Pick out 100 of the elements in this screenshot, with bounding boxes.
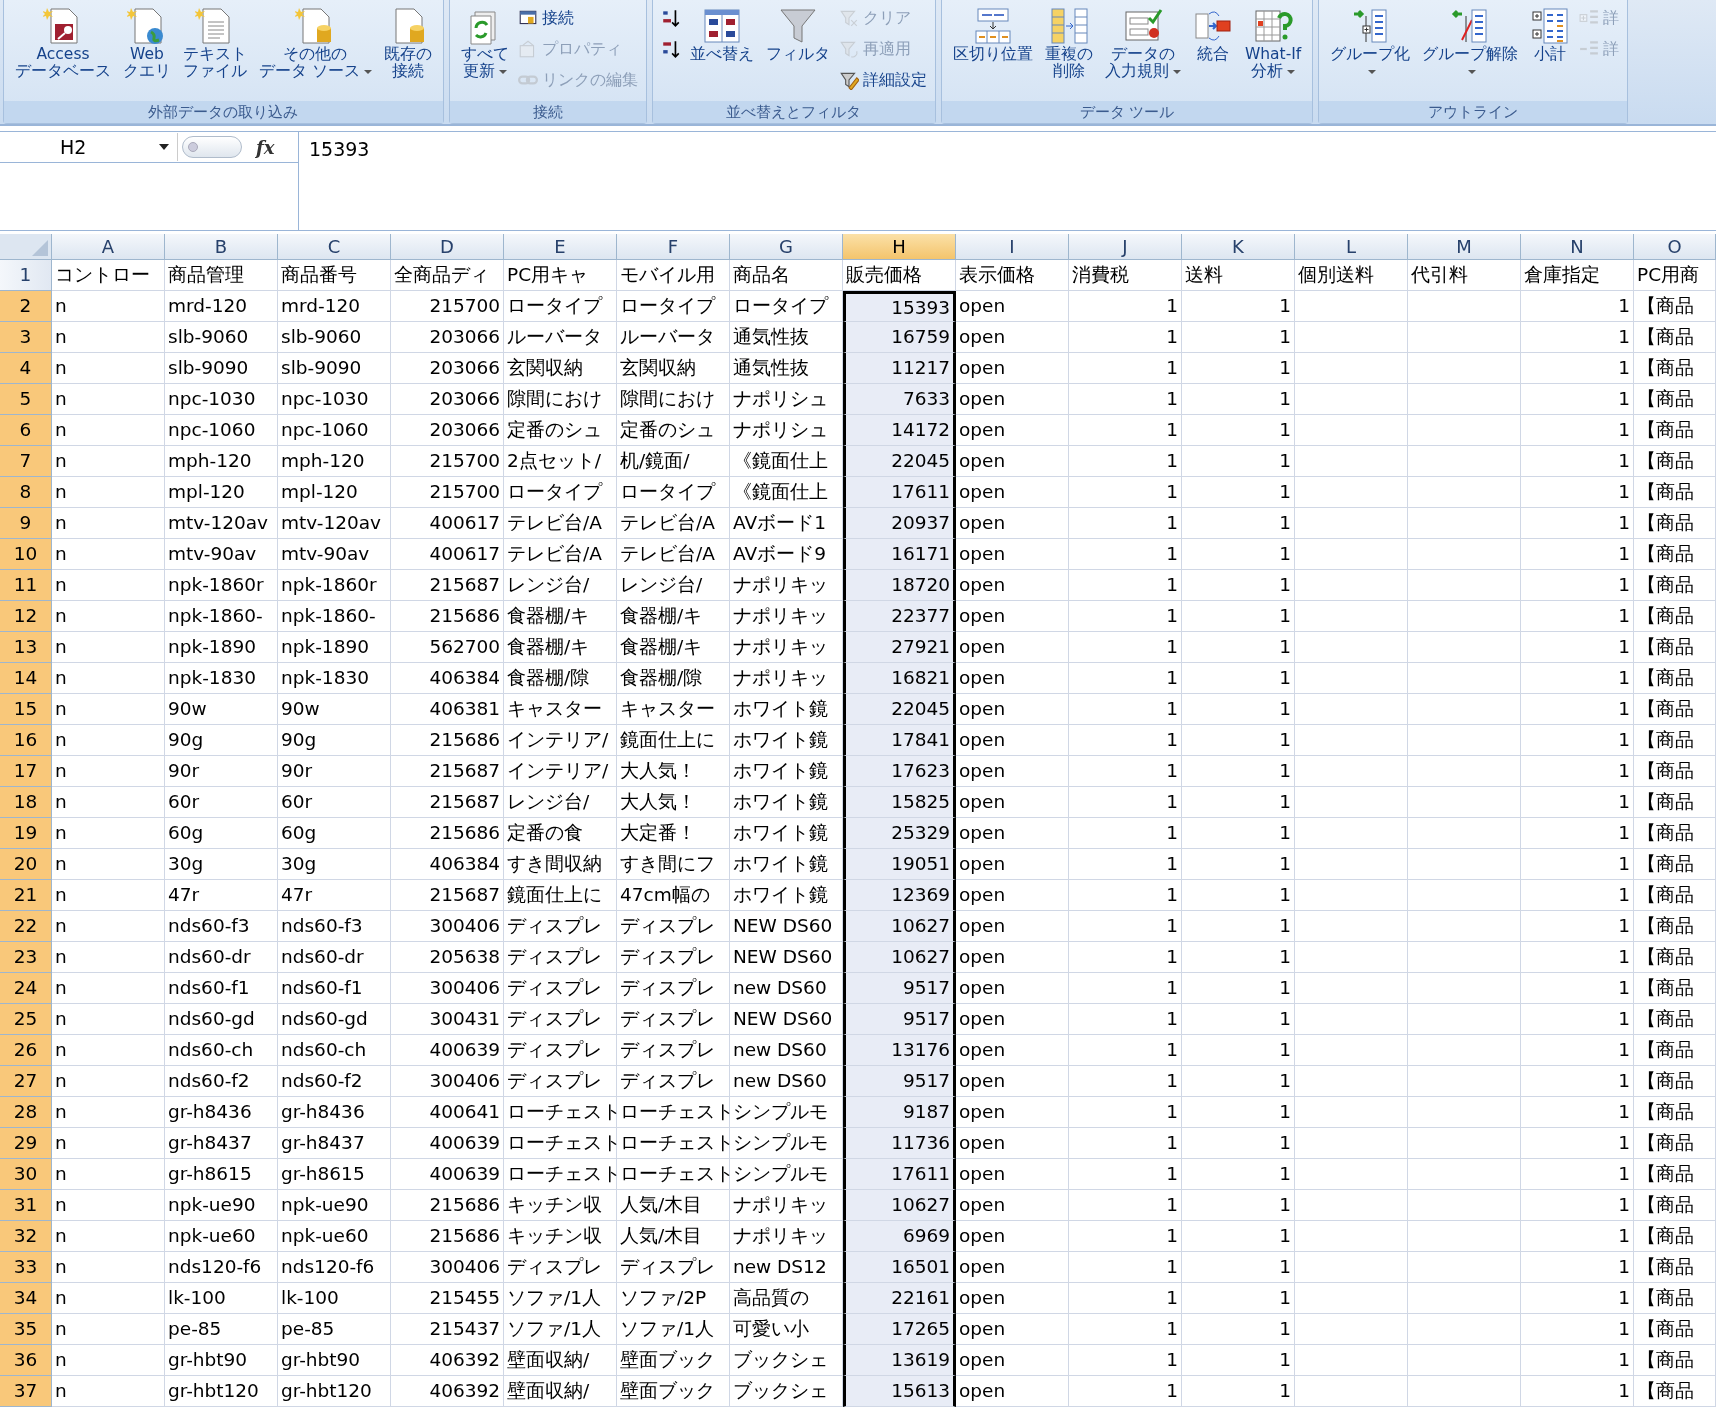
cell: 送料 [1182, 260, 1295, 291]
ribbon-button[interactable]: フィルタ [762, 2, 833, 63]
group-label: 接続 [449, 101, 646, 123]
row-header[interactable]: 5 [0, 384, 52, 415]
row-header[interactable]: 21 [0, 880, 52, 911]
row-header[interactable]: 20 [0, 849, 52, 880]
row-header[interactable]: 6 [0, 415, 52, 446]
cell: 1 [1521, 1128, 1634, 1159]
row-header[interactable]: 35 [0, 1314, 52, 1345]
cell: 215455 [391, 1283, 504, 1314]
column-header[interactable]: O [1634, 234, 1716, 260]
ribbon-button[interactable]: 並べ替え [686, 2, 757, 63]
row-header[interactable]: 33 [0, 1252, 52, 1283]
cell: 400639 [391, 1159, 504, 1190]
column-header[interactable]: M [1408, 234, 1521, 260]
ribbon-button[interactable]: 既存の 接続 [380, 2, 435, 80]
insert-function-button[interactable]: fx [256, 136, 275, 158]
ribbon-button[interactable]: 統合 [1189, 2, 1236, 63]
cell: open [956, 849, 1069, 880]
column-header[interactable]: H [843, 234, 956, 260]
column-header[interactable]: G [730, 234, 843, 260]
cell: 1 [1182, 818, 1295, 849]
ribbon-button[interactable]: データの 入力規則 [1101, 2, 1184, 80]
cell: 1 [1069, 446, 1182, 477]
row-header[interactable]: 2 [0, 291, 52, 322]
ribbon-button[interactable]: 重複の 削除 [1041, 2, 1096, 80]
cell: open [956, 1190, 1069, 1221]
ribbon-button[interactable]: What-If 分析 [1241, 2, 1305, 80]
ribbon-button[interactable]: Web クエリ [120, 2, 174, 80]
column-header[interactable]: F [617, 234, 730, 260]
row-header[interactable]: 28 [0, 1097, 52, 1128]
row-header[interactable]: 19 [0, 818, 52, 849]
row-header[interactable]: 24 [0, 973, 52, 1004]
cell: n [52, 725, 165, 756]
row-header[interactable]: 3 [0, 322, 52, 353]
row-header[interactable]: 1 [0, 260, 52, 291]
row-header[interactable]: 12 [0, 601, 52, 632]
row-header[interactable]: 8 [0, 477, 52, 508]
column-header[interactable]: A [52, 234, 165, 260]
row-header[interactable]: 31 [0, 1190, 52, 1221]
ribbon-button[interactable]: 小計 [1527, 2, 1574, 63]
cell: 机/鏡面/ [617, 446, 730, 477]
cell: 1 [1182, 973, 1295, 1004]
row-header[interactable]: 25 [0, 1004, 52, 1035]
row-header[interactable]: 13 [0, 632, 52, 663]
ribbon-button[interactable]: グループ化 [1327, 2, 1414, 80]
row-header[interactable]: 9 [0, 508, 52, 539]
row-header[interactable]: 4 [0, 353, 52, 384]
row-header[interactable]: 11 [0, 570, 52, 601]
ribbon-button[interactable]: すべて 更新 [457, 2, 512, 80]
cell: 1 [1069, 1035, 1182, 1066]
cell: 【商品 [1634, 508, 1716, 539]
column-header[interactable]: L [1295, 234, 1408, 260]
row-header[interactable]: 16 [0, 725, 52, 756]
row-header[interactable]: 23 [0, 942, 52, 973]
column-header[interactable]: J [1069, 234, 1182, 260]
column-header[interactable]: K [1182, 234, 1295, 260]
splitter-handle[interactable] [182, 136, 242, 158]
cell: open [956, 477, 1069, 508]
row-header[interactable]: 30 [0, 1159, 52, 1190]
column-header[interactable]: E [504, 234, 617, 260]
cell: 1 [1069, 1221, 1182, 1252]
row-header[interactable]: 15 [0, 694, 52, 725]
column-header[interactable]: I [956, 234, 1069, 260]
cell: 47cm幅の [617, 880, 730, 911]
name-box[interactable]: H2 [0, 133, 178, 161]
row-header[interactable]: 36 [0, 1345, 52, 1376]
cell: 15825 [843, 787, 956, 818]
column-header[interactable]: C [278, 234, 391, 260]
column-header[interactable]: N [1521, 234, 1634, 260]
ribbon-button[interactable]: 区切り位置 [949, 2, 1036, 63]
row-header[interactable]: 18 [0, 787, 52, 818]
cell: 食器棚/隙 [504, 663, 617, 694]
row-header[interactable]: 32 [0, 1221, 52, 1252]
formula-input[interactable]: 15393 [299, 132, 1716, 230]
ribbon-button[interactable]: テキスト ファイル [180, 2, 250, 80]
cell: 【商品 [1634, 415, 1716, 446]
row-header[interactable]: 27 [0, 1066, 52, 1097]
cell: n [52, 1128, 165, 1159]
column-header[interactable]: D [391, 234, 504, 260]
column-header[interactable]: B [165, 234, 278, 260]
row-header[interactable]: 22 [0, 911, 52, 942]
ribbon-button[interactable]: 接続 [517, 5, 638, 31]
cell: 30g [278, 849, 391, 880]
cell: mpl-120 [278, 477, 391, 508]
row-header[interactable]: 34 [0, 1283, 52, 1314]
cell: 205638 [391, 942, 504, 973]
row-header[interactable]: 7 [0, 446, 52, 477]
row-header[interactable]: 29 [0, 1128, 52, 1159]
ribbon-button[interactable]: Access データベース [12, 2, 114, 80]
cell: nds60-ch [165, 1035, 278, 1066]
row-header[interactable]: 26 [0, 1035, 52, 1066]
row-header[interactable]: 10 [0, 539, 52, 570]
ribbon-button[interactable]: その他の データ ソース [256, 2, 375, 80]
row-header[interactable]: 17 [0, 756, 52, 787]
cell: モバイル用 [617, 260, 730, 291]
ribbon-button[interactable]: 詳細設定 [838, 67, 927, 93]
row-header[interactable]: 37 [0, 1376, 52, 1407]
ribbon-button[interactable]: グループ解除 [1419, 2, 1522, 80]
row-header[interactable]: 14 [0, 663, 52, 694]
